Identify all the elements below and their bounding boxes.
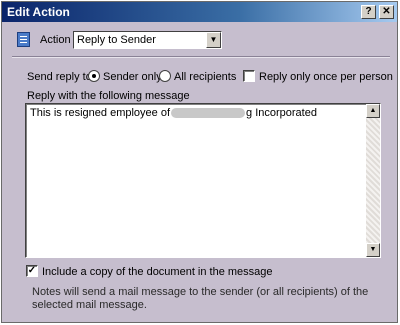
title-bar: Edit Action ? ✕	[2, 2, 397, 22]
message-textarea[interactable]: This is resigned employee of g Incorporat…	[25, 103, 381, 258]
include-copy-label[interactable]: Include a copy of the document in the me…	[42, 266, 273, 278]
include-copy-row: ✓ Include a copy of the document in the …	[26, 265, 326, 279]
all-recipients-radio[interactable]	[159, 70, 171, 82]
sender-only-label[interactable]: Sender only	[103, 71, 162, 83]
include-copy-checkbox[interactable]: ✓	[26, 265, 38, 277]
reply-once-label[interactable]: Reply only once per person	[259, 71, 393, 83]
close-button[interactable]: ✕	[379, 5, 394, 19]
chevron-down-icon[interactable]: ▼	[206, 32, 221, 48]
action-select[interactable]: Reply to Sender ▼	[73, 31, 222, 49]
info-text: Notes will send a mail message to the se…	[32, 286, 369, 311]
action-label: Action	[40, 34, 71, 46]
redacted-text	[171, 108, 246, 119]
scroll-down-button[interactable]: ▼	[366, 243, 380, 257]
action-select-value: Reply to Sender	[77, 34, 156, 46]
action-row: Action Reply to Sender ▼	[2, 24, 397, 54]
all-recipients-label[interactable]: All recipients	[174, 71, 236, 83]
message-label: Reply with the following message	[27, 90, 190, 102]
edit-action-dialog: Edit Action ? ✕ Action Reply to Sender ▼…	[1, 1, 398, 323]
sender-only-radio[interactable]	[88, 70, 100, 82]
help-button[interactable]: ?	[361, 5, 376, 19]
divider	[12, 56, 390, 58]
reply-once-checkbox[interactable]	[243, 70, 255, 82]
send-reply-row: Send reply to: Sender only All recipient…	[2, 69, 397, 85]
message-text: This is resigned employee of g Incorporat…	[30, 107, 317, 119]
window-title: Edit Action	[7, 5, 70, 19]
document-icon	[17, 32, 30, 47]
vertical-scrollbar[interactable]: ▲ ▼	[366, 104, 380, 257]
send-reply-label: Send reply to:	[27, 71, 95, 83]
scroll-up-button[interactable]: ▲	[366, 104, 380, 118]
